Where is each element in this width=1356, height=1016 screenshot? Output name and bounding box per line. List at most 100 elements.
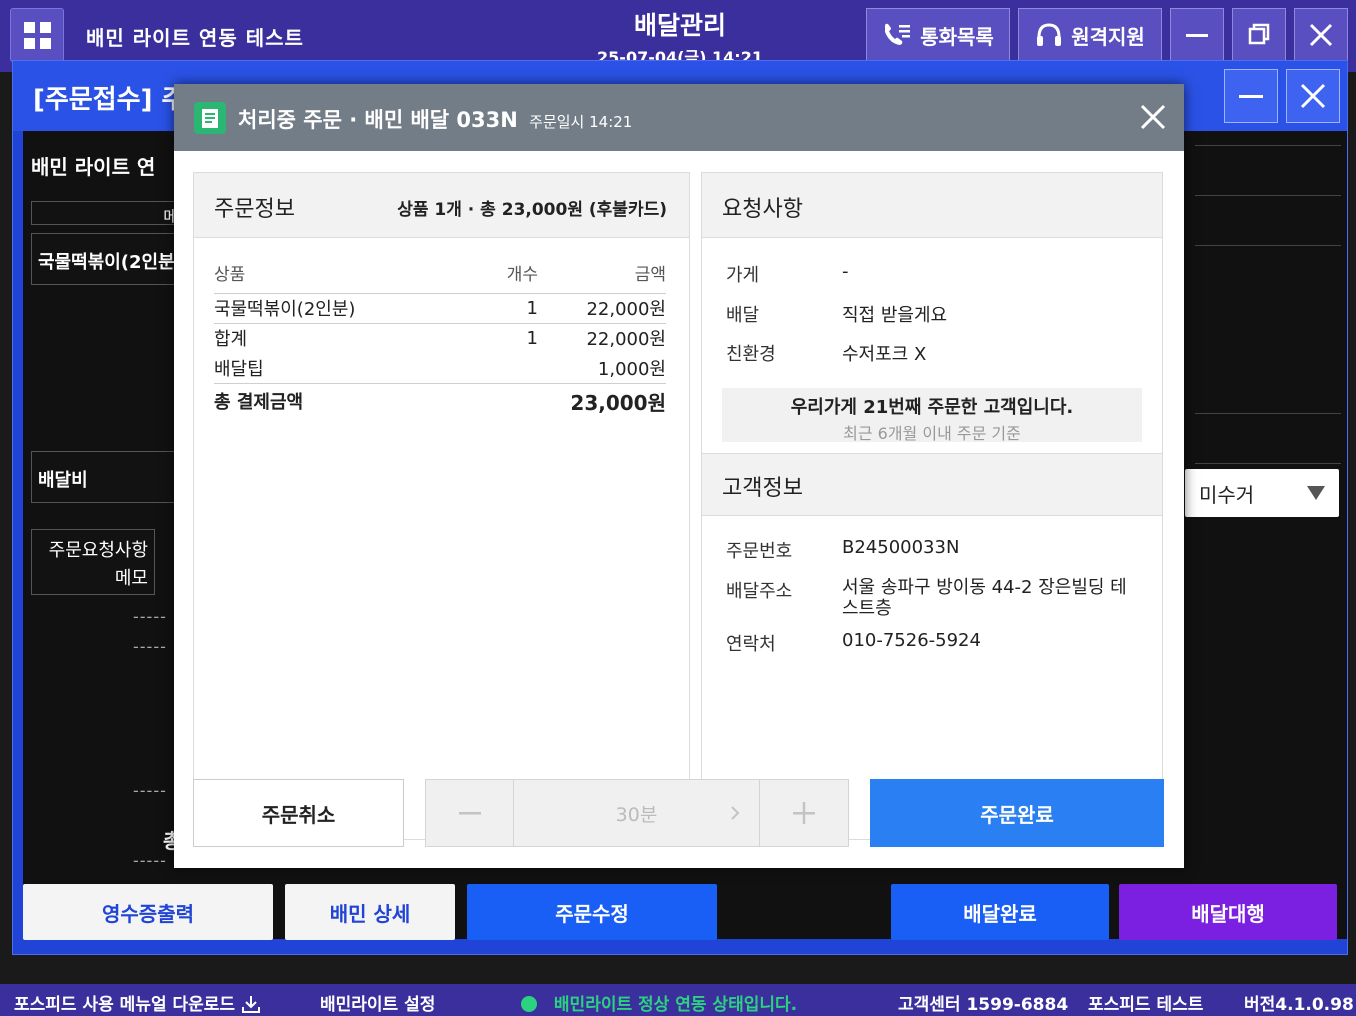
requests-title: 요청사항 <box>722 197 803 222</box>
app-title: 배민 라이트 연동 테스트 <box>86 26 304 50</box>
call-log-button[interactable]: 통화목록 <box>866 8 1010 62</box>
request-row-delivery: 배달 직접 받을게요 <box>726 301 947 327</box>
customer-info-header: 고객정보 <box>702 453 1162 516</box>
request-value: 직접 받을게요 <box>842 305 948 326</box>
window-title: [주문접수] 주 <box>33 85 186 115</box>
time-decrease-button[interactable] <box>426 780 514 846</box>
order-info-title: 주문정보 <box>214 197 295 222</box>
store-label: 포스피드 테스트 <box>1088 995 1204 1015</box>
divider <box>1195 245 1341 246</box>
payment-status-dropdown[interactable]: 미수거 <box>1185 469 1339 517</box>
page-title: 배달관리 <box>633 11 726 40</box>
restore-button[interactable] <box>1232 8 1286 62</box>
print-receipt-button[interactable]: 영수증출력 <box>23 884 273 940</box>
item-amount: 22,000원 <box>556 293 666 324</box>
request-row-eco: 친환경 수저포크 X <box>726 340 926 366</box>
request-memo-box: 주문요청사항 메모 <box>31 529 155 595</box>
window-close-button[interactable] <box>1286 69 1340 123</box>
tip-label: 배달팁 <box>214 358 264 380</box>
dialog-close-button[interactable] <box>1138 102 1168 132</box>
close-icon <box>1140 104 1166 130</box>
request-value: 수저포크 X <box>842 344 927 365</box>
baemin-detail-button[interactable]: 배민 상세 <box>285 884 455 940</box>
prep-time-select[interactable]: 30분 <box>514 780 760 846</box>
headset-icon <box>1037 23 1062 46</box>
phone-value: 010-7526-5924 <box>842 630 981 651</box>
customer-row-address: 배달주소 서울 송파구 방이동 44-2 장은빌딩 테 스트층 <box>726 577 1127 619</box>
dialog-title: 처리중 주문 · 배민 배달 033N 주문일시 14:21 <box>238 104 632 134</box>
delivery-agent-button[interactable]: 배달대행 <box>1119 884 1337 940</box>
complete-order-button[interactable]: 주문완료 <box>870 779 1164 847</box>
minus-icon <box>458 812 481 815</box>
request-key: 배달 <box>726 305 760 326</box>
minimize-icon <box>1239 95 1263 98</box>
order-no-value: B24500033N <box>842 537 960 558</box>
app-close-button[interactable] <box>1294 8 1348 62</box>
support-center: 고객센터 1599-6884 <box>898 995 1069 1015</box>
delivery-complete-button[interactable]: 배달완료 <box>891 884 1109 940</box>
address-label: 배달주소 <box>726 581 793 602</box>
separator: ----- <box>133 637 167 656</box>
order-summary: 상품 1개 · 총 23,000원 (후불카드) <box>397 200 667 220</box>
order-no-label: 주문번호 <box>726 541 793 562</box>
divider <box>1195 145 1341 146</box>
memo-label: 메모 <box>114 568 148 589</box>
close-icon <box>1309 23 1333 47</box>
table-header: 상품 개수 금액 <box>214 253 666 294</box>
separator: ----- <box>133 607 167 626</box>
total-label: 총 결제금액 <box>214 382 446 419</box>
order-info-panel: 주문정보 상품 1개 · 총 23,000원 (후불카드) 상품 개수 금액 국… <box>193 172 690 840</box>
subtotal-qty: 1 <box>526 327 538 349</box>
request-memo-label: 주문요청사항 <box>48 540 148 561</box>
chevron-right-icon <box>731 806 740 820</box>
subtotal-label: 합계 <box>214 329 248 351</box>
customer-notice: 우리가게 21번째 주문한 고객입니다. 최근 6개월 이내 주문 기준 <box>722 388 1142 443</box>
version-label: 버전4.1.0.98 <box>1244 995 1354 1015</box>
divider <box>1195 463 1341 464</box>
subtotal-row: 합계 1 22,000원 <box>214 323 666 353</box>
order-info-header: 주문정보 상품 1개 · 총 23,000원 (후불카드) <box>194 173 689 238</box>
address-value: 서울 송파구 방이동 44-2 장은빌딩 테 스트층 <box>842 577 1127 619</box>
connection-status: 배민라이트 정상 연동 상태입니다. <box>520 990 797 1015</box>
notice-sub: 최근 6개월 이내 주문 기준 <box>843 424 1021 443</box>
minimize-icon <box>1186 34 1208 37</box>
manual-download-link[interactable]: 포스피드 사용 메뉴얼 다운로드 <box>14 990 261 1015</box>
order-item-row[interactable]: 국물떡볶이(2인분 <box>31 233 181 285</box>
window-minimize-button[interactable] <box>1224 69 1278 123</box>
request-key: 가게 <box>726 265 760 286</box>
order-items-table: 상품 개수 금액 국물떡볶이(2인분) 1 22,000원 합계 1 22,00… <box>214 253 666 419</box>
item-name: 국물떡볶이(2인분) <box>214 293 446 324</box>
customer-row-order-no: 주문번호 B24500033N <box>726 537 959 563</box>
menu-grid-button[interactable] <box>10 8 64 62</box>
subtotal-amount: 22,000원 <box>586 329 666 351</box>
download-icon <box>242 996 260 1013</box>
request-row-store: 가게 - <box>726 261 849 287</box>
cancel-order-button[interactable]: 주문취소 <box>193 779 404 847</box>
col-item: 상품 <box>214 253 446 294</box>
edit-order-button[interactable]: 주문수정 <box>467 884 717 940</box>
col-amount: 금액 <box>556 253 666 294</box>
prep-time-stepper: 30분 <box>425 779 849 847</box>
plus-icon <box>793 802 815 824</box>
requests-panel: 요청사항 가게 - 배달 직접 받을게요 친환경 수저포크 X 우리가게 21번… <box>701 172 1163 840</box>
manual-download-label: 포스피드 사용 메뉴얼 다운로드 <box>14 995 236 1015</box>
customer-info-title: 고객정보 <box>722 476 803 501</box>
connection-status-text: 배민라이트 정상 연동 상태입니다. <box>553 995 798 1015</box>
baemin-settings-link[interactable]: 배민라이트 설정 <box>320 990 435 1015</box>
prep-time-value: 30분 <box>615 803 658 826</box>
payment-status-value: 미수거 <box>1199 482 1255 507</box>
table-row: 국물떡볶이(2인분) 1 22,000원 <box>214 293 666 324</box>
total-amount: 23,000원 <box>556 382 666 419</box>
divider <box>1195 195 1341 196</box>
menu-col-header: 메 <box>31 201 181 226</box>
delivery-fee-row: 배달비 <box>31 451 181 503</box>
separator: ----- <box>133 851 167 870</box>
order-item-name: 국물떡볶이(2인분 <box>38 252 175 273</box>
remote-support-button[interactable]: 원격지원 <box>1018 8 1162 62</box>
time-increase-button[interactable] <box>760 780 848 846</box>
col-qty: 개수 <box>446 253 556 294</box>
requests-header: 요청사항 <box>702 173 1162 238</box>
order-note-icon <box>194 102 226 134</box>
request-key: 친환경 <box>726 344 776 365</box>
minimize-button[interactable] <box>1170 8 1224 62</box>
